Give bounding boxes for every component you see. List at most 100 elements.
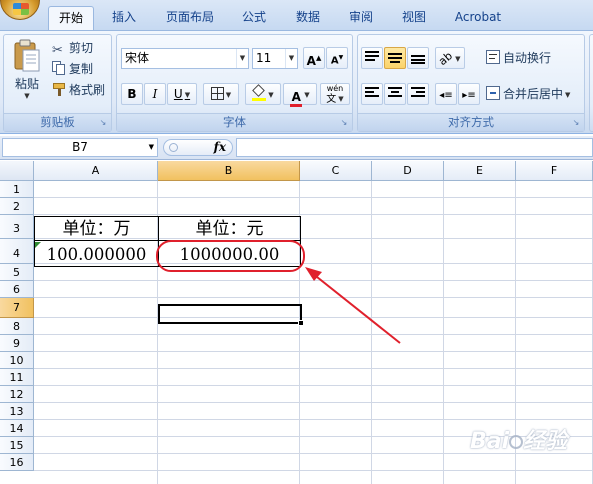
align-right-button[interactable]: [407, 83, 429, 105]
grow-font-arrow-icon: ▲: [315, 54, 322, 62]
column-header-c[interactable]: C: [300, 161, 372, 181]
borders-button[interactable]: ▼: [203, 83, 239, 105]
align-bottom-button[interactable]: [407, 47, 429, 69]
underline-button[interactable]: U ▼: [167, 83, 197, 105]
cell-b4[interactable]: 1000000.00: [158, 243, 301, 267]
insert-function-button[interactable]: fx: [214, 140, 226, 155]
worksheet-grid[interactable]: ABCDEF 1 2 3 4 5 6 7 8 9 10 11 12 13 14 15 16 单位：万 单位：元…: [0, 161, 593, 484]
font-name-combo[interactable]: 宋体 ▼: [121, 48, 249, 69]
row-header-8[interactable]: 8: [0, 318, 34, 335]
align-left-button[interactable]: [361, 83, 383, 105]
tab-home[interactable]: 开始: [48, 6, 94, 30]
alignment-group-label: 对齐方式: [358, 113, 584, 131]
row-header-16[interactable]: 16: [0, 454, 34, 471]
font-color-button[interactable]: A ▼: [283, 83, 317, 107]
row-header-5[interactable]: 5: [0, 264, 34, 281]
fill-handle[interactable]: [298, 320, 304, 326]
row-header-14[interactable]: 14: [0, 420, 34, 437]
column-header-e[interactable]: E: [444, 161, 516, 181]
font-size-combo[interactable]: 11 ▼: [252, 48, 298, 69]
tab-acrobat[interactable]: Acrobat: [448, 6, 508, 30]
row-header-2[interactable]: 2: [0, 198, 34, 215]
cut-button[interactable]: ✂ 剪切: [52, 38, 93, 58]
shrink-font-button[interactable]: A▼: [326, 47, 348, 69]
name-box[interactable]: B7 ▼: [2, 138, 158, 157]
chevron-down-icon[interactable]: ▼: [565, 91, 570, 99]
bold-button[interactable]: B: [121, 83, 143, 105]
select-all-corner[interactable]: [0, 161, 34, 181]
cell-b3[interactable]: 单位：元: [158, 218, 301, 241]
number-group-edge: [589, 34, 593, 132]
font-group-label: 字体: [117, 113, 352, 131]
align-middle-icon: [388, 51, 402, 63]
chevron-down-icon[interactable]: ▼: [149, 139, 154, 156]
align-top-button[interactable]: [361, 47, 383, 69]
office-button[interactable]: [0, 0, 40, 20]
tab-data[interactable]: 数据: [290, 6, 326, 30]
chevron-down-icon[interactable]: ▼: [236, 49, 248, 68]
wrap-text-button[interactable]: 自动换行: [486, 48, 551, 68]
align-bottom-icon: [411, 51, 425, 64]
formula-input[interactable]: [236, 138, 593, 157]
copy-button[interactable]: 复制: [52, 59, 93, 79]
name-box-value: B7: [72, 140, 88, 154]
align-top-icon: [365, 51, 379, 63]
row-header-10[interactable]: 10: [0, 352, 34, 369]
row-gridline: [34, 280, 593, 281]
align-middle-button[interactable]: [384, 47, 406, 69]
row-header-15[interactable]: 15: [0, 437, 34, 454]
tab-insert[interactable]: 插入: [103, 6, 145, 30]
paste-button[interactable]: 粘贴 ▼: [8, 39, 46, 109]
dialog-launcher-icon[interactable]: ↘: [98, 118, 108, 128]
italic-button[interactable]: I: [144, 83, 166, 105]
scissors-icon: ✂: [52, 43, 63, 58]
formula-tools: fx: [163, 139, 233, 156]
tab-review[interactable]: 审阅: [343, 6, 379, 30]
alignment-group: ab▼ 自动换行 ◂≡ ▸≡ 合并后居中 ▼ 对齐方式 ↘: [357, 34, 585, 132]
row-header-12[interactable]: 12: [0, 386, 34, 403]
shrink-font-arrow-icon: ▼: [338, 54, 344, 61]
decrease-indent-button[interactable]: ◂≡: [435, 83, 457, 105]
dialog-launcher-icon[interactable]: ↘: [339, 118, 349, 128]
tab-view[interactable]: 视图: [396, 6, 432, 30]
align-center-button[interactable]: [384, 83, 406, 105]
tab-formulas[interactable]: 公式: [236, 6, 272, 30]
column-header-b[interactable]: B: [158, 161, 300, 181]
row-gridline: [34, 317, 593, 318]
paste-icon: [14, 39, 40, 72]
font-color-icon: A: [290, 90, 303, 107]
increase-indent-button[interactable]: ▸≡: [458, 83, 480, 105]
row-header-4[interactable]: 4: [0, 239, 34, 264]
row-header-7[interactable]: 7: [0, 298, 34, 318]
office-logo-icon: [13, 3, 29, 15]
row-gridline: [34, 197, 593, 198]
orientation-button[interactable]: ab▼: [435, 47, 465, 69]
column-header-a[interactable]: A: [34, 161, 158, 181]
fill-color-button[interactable]: ▼: [245, 83, 281, 105]
row-header-11[interactable]: 11: [0, 369, 34, 386]
active-cell-b7[interactable]: [158, 304, 302, 324]
dialog-launcher-icon[interactable]: ↘: [571, 118, 581, 128]
chevron-down-icon[interactable]: ▼: [285, 49, 297, 68]
tab-page-layout[interactable]: 页面布局: [160, 6, 220, 30]
merge-center-button[interactable]: 合并后居中 ▼: [486, 84, 570, 104]
chevron-down-icon: ▼: [184, 91, 191, 99]
font-color-letter: A: [291, 90, 301, 104]
row-header-9[interactable]: 9: [0, 335, 34, 352]
grow-font-label: A: [306, 54, 316, 68]
row-gridline: [34, 385, 593, 386]
resize-grip-icon[interactable]: [169, 143, 178, 152]
row-header-3[interactable]: 3: [0, 215, 34, 239]
cell-a3[interactable]: 单位：万: [34, 218, 159, 241]
baidu-watermark-logo: Bai 经验: [470, 429, 568, 454]
grow-font-button[interactable]: A▲: [303, 47, 325, 69]
cell-a4[interactable]: 100.000000: [34, 243, 159, 267]
column-header-f[interactable]: F: [516, 161, 593, 181]
phonetic-guide-button[interactable]: wén 文 ▼: [320, 83, 350, 105]
column-header-d[interactable]: D: [372, 161, 444, 181]
row-header-13[interactable]: 13: [0, 403, 34, 420]
format-painter-button[interactable]: 格式刷: [52, 80, 105, 100]
row-header-1[interactable]: 1: [0, 181, 34, 198]
row-header-6[interactable]: 6: [0, 281, 34, 298]
cut-label: 剪切: [69, 41, 94, 55]
